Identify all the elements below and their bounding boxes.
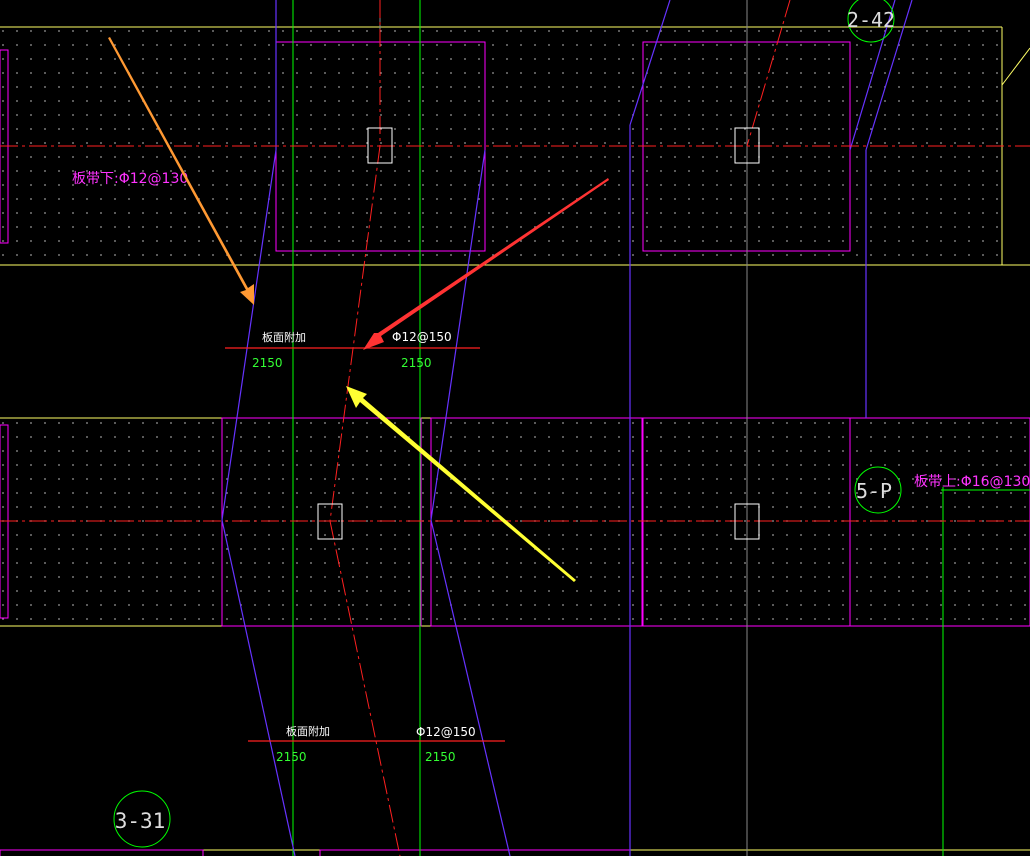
grid-bubble-top-label: 2-42: [847, 8, 895, 32]
top-strip-rebar-label: 板带上:Φ16@130: [914, 474, 1030, 490]
additional-rebar-upper-spec: Φ12@150: [392, 330, 452, 344]
additional-rebar-upper-length-right: 2150: [401, 356, 432, 370]
slab-strip-bottom-fill: [0, 850, 1030, 856]
slab-strip-middle-fill: [0, 418, 1030, 626]
bottom-strip-rebar-label: 板带下:Φ12@130: [72, 171, 188, 187]
additional-rebar-lower-spec: Φ12@150: [416, 725, 476, 739]
additional-rebar-upper-length-left: 2150: [252, 356, 283, 370]
cad-drawing-canvas: 2-42 5-P 3-31 板带下:Φ12@130 板带上:Φ16@130 板面…: [0, 0, 1030, 856]
additional-rebar-lower-length-left: 2150: [276, 750, 307, 764]
grid-bubble-right-label: 5-P: [856, 479, 892, 503]
additional-rebar-lower-title: 板面附加: [286, 724, 330, 738]
additional-rebar-upper-title: 板面附加: [262, 330, 306, 344]
additional-rebar-lower-length-right: 2150: [425, 750, 456, 764]
grid-bubble-bottom-label: 3-31: [115, 809, 166, 833]
